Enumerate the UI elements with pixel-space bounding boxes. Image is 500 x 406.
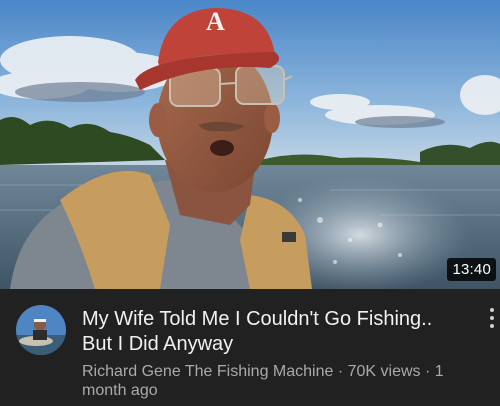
video-title[interactable]: My Wife Told Me I Couldn't Go Fishing.. …: [82, 307, 472, 357]
video-metadata: My Wife Told Me I Couldn't Go Fishing.. …: [0, 289, 500, 406]
video-title-line-2: But I Did Anyway: [82, 333, 234, 355]
byline-separator-2: ·: [425, 363, 431, 380]
video-card[interactable]: A 13:40 My Wife Told Me I Couldn't Go Fi…: [0, 0, 500, 406]
upload-age-unit: month ago: [82, 382, 158, 399]
more-options-button[interactable]: [486, 303, 500, 333]
video-byline: Richard Gene The Fishing Machine · 70K v…: [82, 362, 477, 400]
channel-avatar[interactable]: [16, 305, 66, 355]
channel-name[interactable]: Richard Gene The Fishing Machine: [82, 363, 333, 380]
channel-avatar-icon: [16, 305, 66, 355]
view-count: 70K views: [347, 363, 421, 380]
byline-separator-1: ·: [337, 363, 344, 380]
cap-logo: A: [206, 7, 225, 36]
duration-badge: 13:40: [447, 258, 496, 281]
upload-age-number: 1: [434, 363, 444, 380]
thumbnail-image: A: [0, 0, 500, 289]
video-title-line-1: My Wife Told Me I Couldn't Go Fishing..: [82, 308, 433, 330]
video-thumbnail[interactable]: A 13:40: [0, 0, 500, 289]
